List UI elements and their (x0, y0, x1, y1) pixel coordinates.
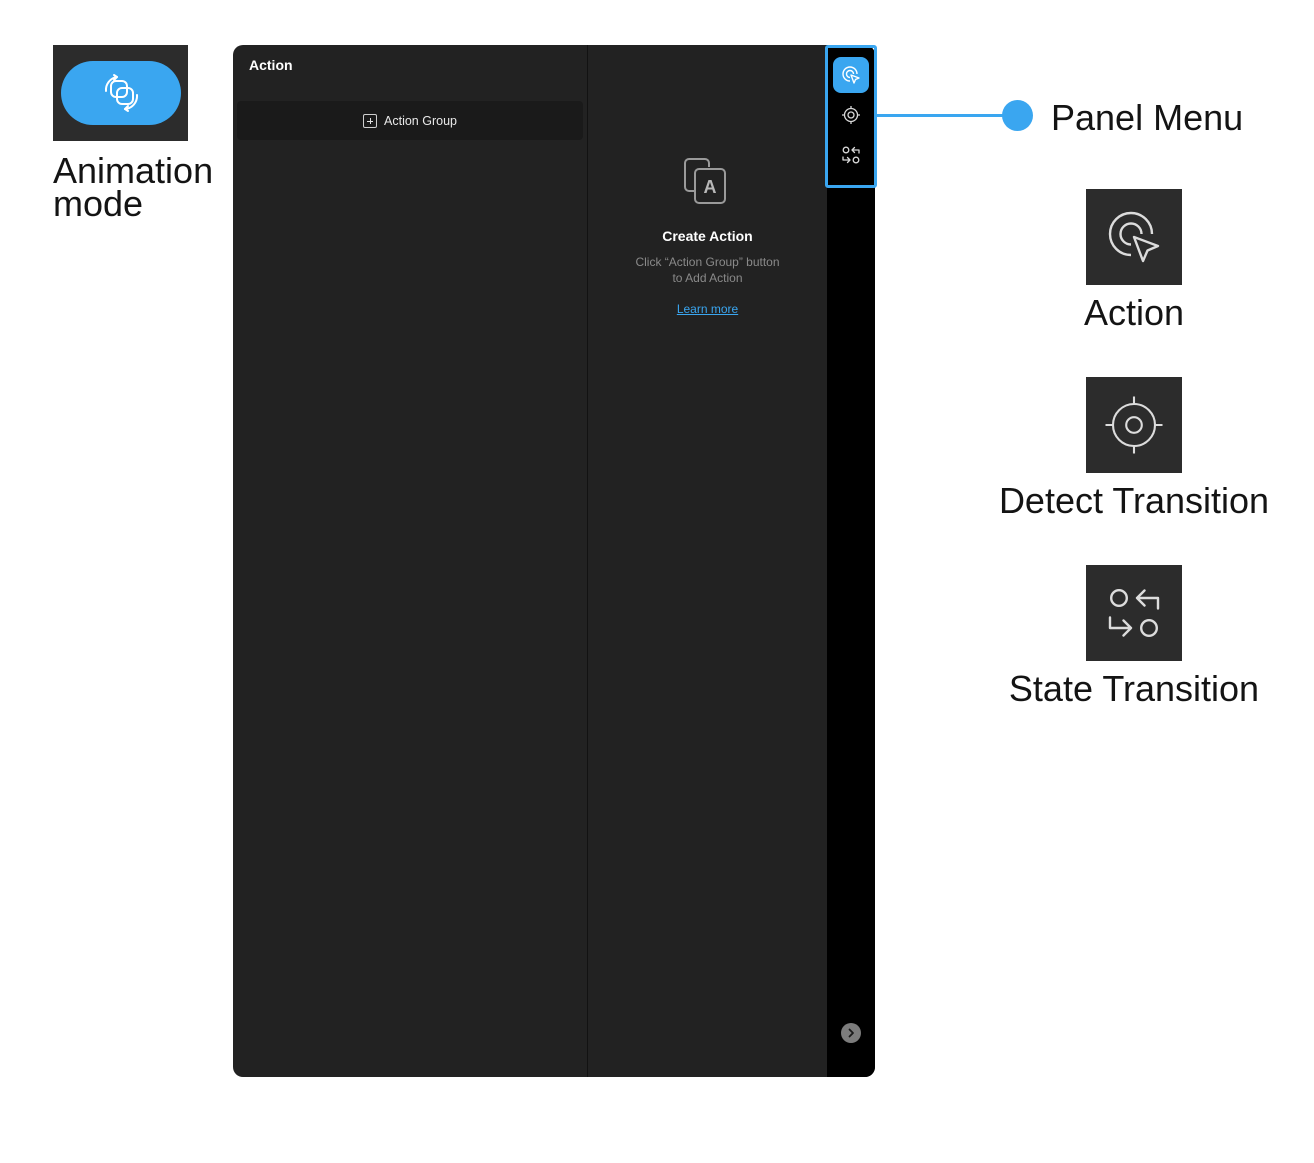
panel-menu-highlight (825, 45, 877, 188)
panel-menu (827, 45, 875, 1077)
add-action-group-label: Action Group (384, 113, 457, 128)
action-cursor-icon (1108, 211, 1160, 263)
add-action-group-button[interactable]: Action Group (237, 101, 583, 140)
callout-dot (1002, 100, 1033, 131)
learn-more-link[interactable]: Learn more (588, 302, 827, 316)
legend-state-transition-tile (1086, 565, 1182, 661)
panel-title: Action (249, 57, 293, 73)
legend-action-label: Action (1083, 292, 1185, 333)
animation-mode-button[interactable] (61, 61, 181, 125)
chevron-right-icon (848, 1028, 854, 1038)
legend-action-tile (1086, 189, 1182, 285)
action-panel: Action Action Group A Create Action Clic… (233, 45, 875, 1077)
empty-state: A Create Action Click “Action Group” but… (588, 45, 827, 1077)
animation-mode-label: Animation mode (53, 150, 214, 224)
expand-panel-button[interactable] (841, 1023, 861, 1043)
create-action-icon: A (684, 158, 726, 204)
svg-text:A: A (704, 177, 717, 197)
plus-icon (363, 113, 378, 128)
panel-menu-label: Panel Menu (1051, 97, 1244, 138)
animation-mode-tile (53, 45, 188, 141)
empty-state-description: Click “Action Group” button to Add Actio… (635, 255, 780, 285)
action-list-column: Action Action Group (233, 45, 587, 1077)
callout-line (877, 114, 1007, 117)
empty-state-title: Create Action (662, 228, 753, 244)
legend-state-transition-label: State Transition (1008, 668, 1260, 709)
legend-detect-transition-tile (1086, 377, 1182, 473)
state-transition-icon (1108, 589, 1160, 637)
legend-detect-transition-label: Detect Transition (998, 480, 1270, 521)
detect-target-icon (1105, 396, 1163, 454)
animation-mode-icon (104, 74, 139, 112)
